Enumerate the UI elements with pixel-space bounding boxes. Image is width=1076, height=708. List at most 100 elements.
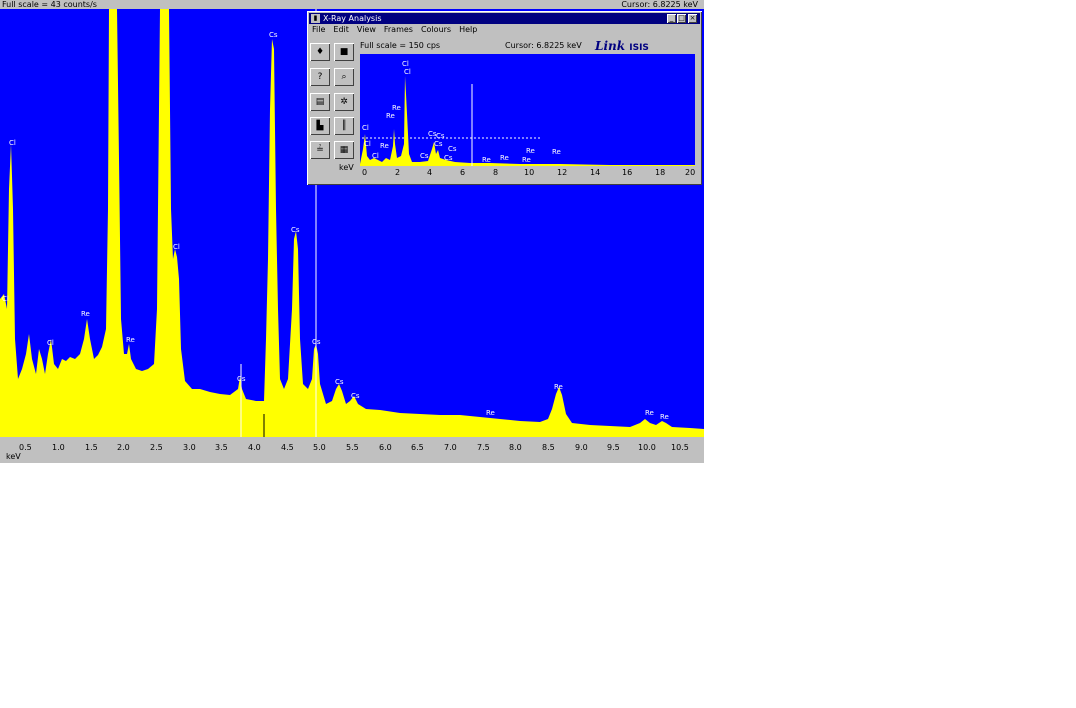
inset-energy-axis: 0 2 4 6 8 10 12 14 16 18 20: [360, 166, 695, 182]
play-icon: ♦: [315, 47, 325, 57]
inset-axis-tick: 10: [524, 168, 535, 177]
link-isis-logo: Link ISIS: [595, 39, 695, 53]
peak-label: Cs: [335, 378, 344, 386]
inset-peak-label: Cs: [444, 154, 453, 162]
full-scale-readout: Full scale = 43 counts/s: [2, 0, 97, 9]
close-button[interactable]: ×: [688, 14, 697, 23]
inset-peak-label: Cl: [372, 152, 379, 160]
inset-axis-tick: 6: [460, 168, 466, 177]
cursor-readout: Cursor: 6.8225 keV: [621, 0, 698, 9]
axis-tick: 10.5: [671, 443, 689, 452]
inset-peak-label: Re: [526, 147, 535, 155]
axis-tick: 10.0: [638, 443, 656, 452]
window-title-bar[interactable]: ▮ X-Ray Analysis _ □ ×: [309, 13, 700, 24]
inset-spectrum-svg: Cl Cl Cl Re Re Re Cl Cl Cs Cs Cs Cs Cs C…: [360, 60, 695, 166]
inset-peak-label: Cs: [434, 140, 443, 148]
compare-icon: ✲: [340, 97, 348, 107]
logo-isis: ISIS: [629, 43, 649, 53]
inset-peak-label: Cs: [436, 132, 445, 140]
axis-tick: 1.5: [85, 443, 98, 452]
inset-peak-label: Re: [386, 112, 395, 120]
zoom-button[interactable]: ⌕: [334, 68, 354, 86]
peak-label: Re: [126, 336, 135, 344]
inset-spectrum-plot[interactable]: Cl Cl Cl Re Re Re Cl Cl Cs Cs Cs Cs Cs C…: [360, 54, 695, 166]
inset-peak-label: Re: [552, 148, 561, 156]
markers-icon: ║: [341, 121, 347, 131]
inset-axis-tick: 14: [590, 168, 601, 177]
inset-peak-label: Cl: [404, 68, 411, 76]
status-bar: Full scale = 43 counts/s Cursor: 6.8225 …: [0, 0, 704, 9]
inset-peak-label: Re: [380, 142, 389, 150]
axis-tick: 0.5: [19, 443, 32, 452]
axis-unit-label: keV: [6, 452, 21, 461]
inset-peak-label: Cs: [448, 145, 457, 153]
start-acquisition-button[interactable]: ♦: [310, 43, 330, 61]
identify-button[interactable]: ?: [310, 68, 330, 86]
axis-tick: 3.0: [183, 443, 196, 452]
axis-tick: 9.0: [575, 443, 588, 452]
inset-peak-label: Re: [522, 156, 531, 164]
menu-edit[interactable]: Edit: [333, 25, 349, 34]
peak-label: Cl: [47, 339, 54, 347]
axis-tick: 4.0: [248, 443, 261, 452]
axis-tick: 6.0: [379, 443, 392, 452]
question-icon: ?: [317, 72, 323, 82]
inset-peak-label: Cl: [402, 60, 409, 68]
menu-help[interactable]: Help: [459, 25, 477, 34]
menu-view[interactable]: View: [357, 25, 376, 34]
peak-label: Cs: [269, 31, 278, 39]
markers-button[interactable]: ║: [334, 117, 354, 135]
peak-label: Re: [486, 409, 495, 417]
compare-button[interactable]: ✲: [334, 93, 354, 111]
xray-analysis-window[interactable]: ▮ X-Ray Analysis _ □ × File Edit View Frame…: [307, 11, 702, 185]
peak-label-button[interactable]: ▙: [310, 117, 330, 135]
menu-frames[interactable]: Frames: [384, 25, 413, 34]
axis-tick: 2.0: [117, 443, 130, 452]
stop-icon: ■: [339, 47, 349, 57]
axis-tick: 2.5: [150, 443, 163, 452]
inset-peak-label: Cl: [362, 124, 369, 132]
peak-label: Cl: [2, 295, 9, 303]
peak-label: Re: [660, 413, 669, 421]
inset-axis-tick: 12: [557, 168, 568, 177]
menu-bar: File Edit View Frames Colours Help: [309, 25, 700, 35]
inset-peak-label: Cs: [420, 152, 429, 160]
axis-tick: 8.0: [509, 443, 522, 452]
magnifier-icon: ⌕: [341, 72, 347, 82]
scale-icon: ≟: [316, 145, 324, 155]
chart-icon: ▙: [316, 121, 324, 131]
inset-peak-label: Re: [500, 154, 509, 162]
axis-tick: 4.5: [281, 443, 294, 452]
peak-label: Re: [645, 409, 654, 417]
logo-link: Link: [595, 39, 626, 53]
energy-axis: 0.5 1.0 1.5 2.0 2.5 3.0 3.5 4.0 4.5 5.0 …: [0, 437, 704, 463]
inset-axis-tick: 2: [395, 168, 401, 177]
axis-tick: 7.5: [477, 443, 490, 452]
inset-cursor-readout: Cursor: 6.8225 keV: [505, 41, 582, 50]
inset-axis-tick: 18: [655, 168, 666, 177]
menu-file[interactable]: File: [312, 25, 325, 34]
axis-tick: 5.5: [346, 443, 359, 452]
peak-label: Re: [554, 383, 563, 391]
printer-icon: ▤: [315, 97, 325, 107]
scale-button[interactable]: ≟: [310, 141, 330, 159]
app-icon[interactable]: ▮: [311, 14, 320, 23]
axis-tick: 6.5: [411, 443, 424, 452]
settings-button[interactable]: ▦: [334, 141, 354, 159]
peak-label: Cl: [173, 243, 180, 251]
minimize-button[interactable]: _: [667, 14, 676, 23]
axis-tick: 3.5: [215, 443, 228, 452]
axis-tick: 7.0: [444, 443, 457, 452]
inset-axis-unit: keV: [339, 163, 354, 172]
peak-label: Re: [81, 310, 90, 318]
stop-acquisition-button[interactable]: ■: [334, 43, 354, 61]
inset-axis-tick: 20: [685, 168, 696, 177]
peak-label: Cs: [237, 375, 246, 383]
window-title: X-Ray Analysis: [323, 14, 382, 23]
maximize-button[interactable]: □: [677, 14, 686, 23]
print-button[interactable]: ▤: [310, 93, 330, 111]
menu-colours[interactable]: Colours: [421, 25, 451, 34]
grid-icon: ▦: [339, 145, 349, 155]
inset-full-scale: Full scale = 150 cps: [360, 41, 441, 50]
peak-label: Cs: [351, 392, 360, 400]
